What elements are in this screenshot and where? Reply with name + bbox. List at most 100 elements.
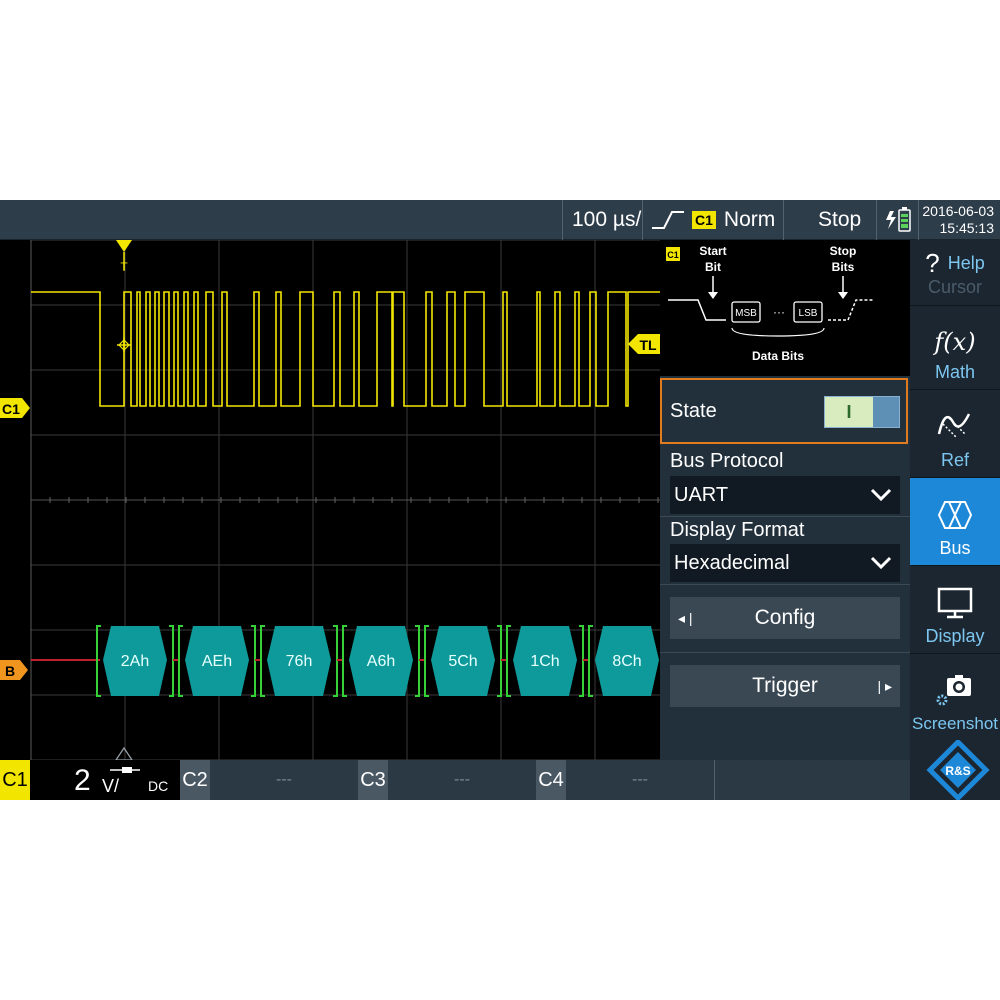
state-label: State [670, 400, 717, 422]
trigger-marker-label: T [120, 260, 128, 274]
separator [642, 200, 643, 240]
bus-value-label: A6h [367, 653, 395, 670]
start-label-1: Start [699, 244, 726, 258]
reference-waveform-icon [937, 413, 971, 439]
ref-label: Ref [940, 450, 969, 470]
sidebar-item-help[interactable]: ? Help Cursor [910, 240, 1000, 306]
trigger-button[interactable]: Trigger | ▸ [670, 665, 900, 707]
c1-settings[interactable]: 2 V/ DC [30, 760, 180, 800]
separator [562, 200, 563, 240]
c3-settings[interactable]: --- [388, 760, 536, 800]
c1-tag[interactable]: C1 [0, 760, 30, 800]
logo-text: R&S [945, 764, 970, 778]
collapse-left-icon: ◂ | [678, 609, 693, 626]
trigger-level-label: TL [639, 337, 657, 353]
waveform-display[interactable]: 2Ah AEh 76h A6h 5Ch 1Ch 8Ch T TL C1 B [0, 240, 660, 760]
bus-settings-panel: C1 Start Bit Stop Bits MSB ··· LSB Data … [660, 240, 910, 760]
cursor-label: Cursor [927, 277, 982, 297]
c1-offset-marker[interactable]: C1 [0, 398, 30, 418]
start-label-2: Bit [705, 260, 721, 274]
separator [876, 200, 877, 240]
date-time: 2016-06-03 15:45:13 [918, 200, 994, 240]
diagram-channel-tag: C1 [667, 250, 679, 260]
timebase-readout[interactable]: 100 µs/ [572, 200, 641, 240]
sidebar-item-screenshot[interactable]: Screenshot [910, 654, 1000, 740]
bus-value-label: 2Ah [121, 653, 149, 670]
c1-unit: V/ [102, 776, 120, 796]
date: 2016-06-03 [922, 203, 994, 219]
divider [660, 584, 910, 585]
rohde-schwarz-logo: R&S [910, 738, 1000, 800]
math-label: Math [934, 362, 976, 382]
display-label: Display [925, 626, 985, 646]
toggle-on-indicator: I [825, 397, 873, 427]
c3-tag[interactable]: C3 [358, 760, 388, 800]
bus-protocol-label: Bus Protocol [670, 450, 784, 472]
data-bits-label: Data Bits [752, 349, 804, 363]
probe-icon [110, 767, 140, 773]
sidebar-item-ref[interactable]: Ref [910, 390, 1000, 478]
offset-marker-bottom [115, 746, 133, 760]
bus-protocol-select[interactable]: UART [670, 476, 900, 514]
run-state: Stop [818, 208, 862, 231]
trigger-position-marker[interactable]: T [116, 240, 132, 274]
screenshot-label: Screenshot [912, 714, 998, 733]
oscilloscope-screen: 100 µs/ C1 Norm Stop 2016-06-03 15:45:13… [0, 200, 1000, 800]
battery-icon [884, 200, 914, 240]
trigger-point-icon [117, 338, 131, 352]
display-format-select[interactable]: Hexadecimal [670, 544, 900, 582]
sidebar-item-math[interactable]: f(x) Math [910, 306, 1000, 390]
c1-scale: 2 [74, 764, 91, 797]
trigger-mode: Norm [723, 208, 776, 231]
math-icon: f(x) [934, 328, 976, 356]
state-toggle[interactable]: I [824, 396, 900, 428]
trigger-readout[interactable]: C1 Norm [650, 200, 775, 240]
c2-settings[interactable]: --- [210, 760, 358, 800]
c1-marker-label: C1 [2, 401, 20, 417]
bus-decode-row: 2Ah AEh 76h A6h 5Ch 1Ch 8Ch [31, 625, 659, 697]
help-label: Help [947, 253, 985, 273]
help-icon: ? [925, 248, 940, 278]
top-status-bar: 100 µs/ C1 Norm Stop 2016-06-03 15:45:13 [0, 200, 1000, 240]
channel-bar: C1 2 V/ DC C2 --- C3 --- C4 --- [0, 760, 910, 800]
bus-offset-marker[interactable]: B [0, 660, 28, 680]
time: 15:45:13 [939, 220, 995, 236]
config-label: Config [754, 606, 816, 629]
c4-settings[interactable]: --- [566, 760, 714, 800]
bus-value-label: 1Ch [530, 653, 559, 670]
camera-icon [936, 675, 971, 706]
c1-coupling: DC [148, 778, 169, 794]
right-sidebar: ? Help Cursor f(x) Math Ref Bus Display … [910, 240, 1000, 800]
stop-label-1: Stop [830, 244, 857, 258]
divider [660, 652, 910, 653]
timebase-value: 100 µs/ [572, 208, 642, 231]
c4-tag[interactable]: C4 [536, 760, 566, 800]
expand-right-icon: | ▸ [877, 677, 892, 694]
display-format-label: Display Format [670, 519, 805, 541]
sidebar-item-bus[interactable]: Bus [910, 478, 1000, 566]
monitor-icon [937, 587, 973, 619]
svg-text:···: ··· [773, 305, 785, 319]
bus-icon [937, 501, 973, 529]
trigger-level-marker[interactable]: TL [628, 334, 660, 354]
bus-label: Bus [939, 538, 971, 558]
display-format-value: Hexadecimal [674, 551, 790, 574]
bus-protocol-value: UART [674, 483, 729, 506]
sidebar-item-display[interactable]: Display [910, 566, 1000, 654]
c2-tag[interactable]: C2 [180, 760, 210, 800]
lsb-label: LSB [799, 308, 818, 319]
bus-marker-label: B [5, 663, 15, 679]
bus-value-label: 76h [286, 653, 313, 670]
config-button[interactable]: ◂ | Config [670, 597, 900, 639]
state-row[interactable]: State I [660, 378, 908, 444]
run-stop-status[interactable]: Stop [818, 200, 861, 240]
bus-value-label: AEh [202, 653, 232, 670]
bus-value-label: 8Ch [612, 653, 641, 670]
separator [714, 760, 715, 800]
separator [783, 200, 784, 240]
trigger-label: Trigger [752, 674, 818, 697]
bus-value-label: 5Ch [448, 653, 477, 670]
divider [660, 516, 910, 517]
chevron-down-icon [870, 488, 892, 502]
rising-edge-icon [652, 211, 684, 229]
